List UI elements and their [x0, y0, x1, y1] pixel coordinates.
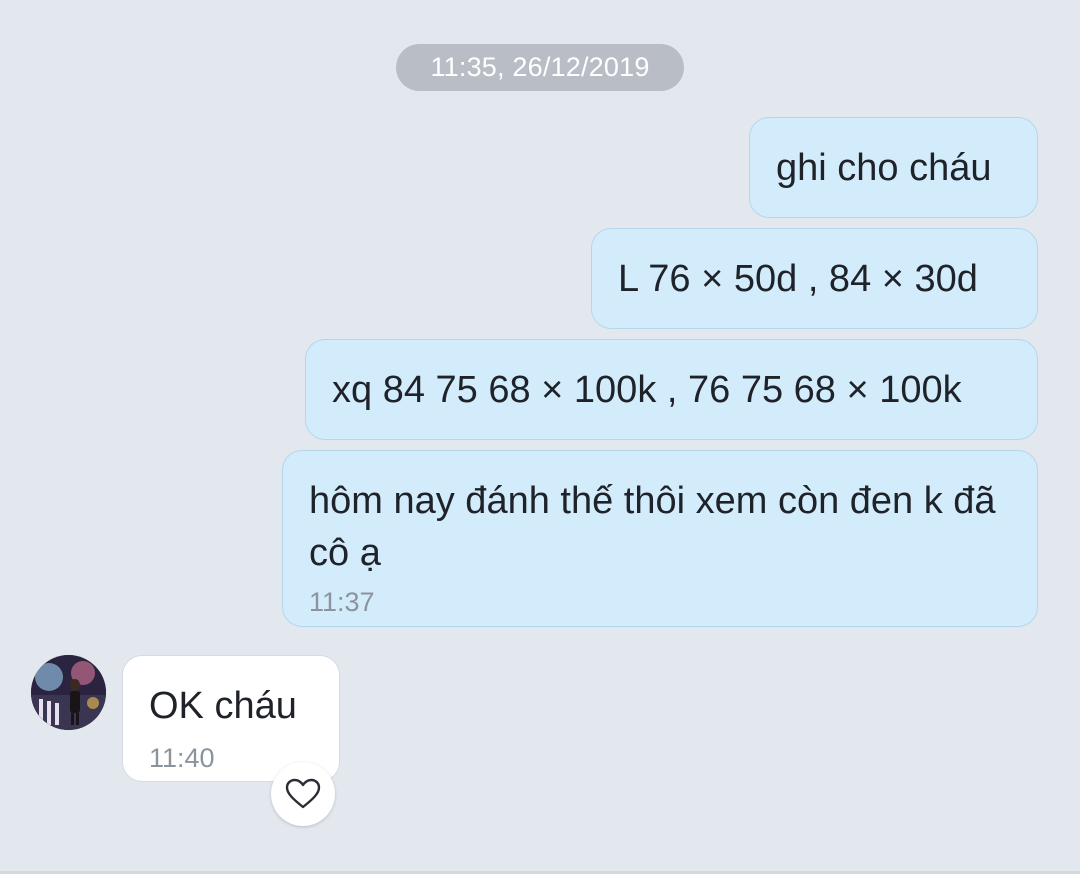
- outgoing-message-bubble[interactable]: hôm nay đánh thế thôi xem còn đen k đã c…: [282, 450, 1038, 627]
- outgoing-message-bubble[interactable]: L 76 × 50d , 84 × 30d: [591, 228, 1038, 329]
- outgoing-message-bubble[interactable]: xq 84 75 68 × 100k , 76 75 68 × 100k: [305, 339, 1038, 440]
- message-text: L 76 × 50d , 84 × 30d: [618, 258, 978, 300]
- avatar-photo: [31, 655, 106, 730]
- react-button[interactable]: [271, 762, 335, 826]
- message-text: hôm nay đánh thế thôi xem còn đen k đã c…: [309, 480, 996, 574]
- chat-view: 11:35, 26/12/2019 ghi cho cháu L 76 × 50…: [0, 0, 1080, 874]
- date-separator: 11:35, 26/12/2019: [396, 44, 684, 91]
- message-timestamp: 11:40: [149, 743, 215, 773]
- message-text: xq 84 75 68 × 100k , 76 75 68 × 100k: [332, 369, 962, 411]
- contact-avatar[interactable]: [31, 655, 106, 730]
- heart-outline-icon: [285, 778, 321, 809]
- message-text: ghi cho cháu: [776, 147, 992, 189]
- message-text: OK cháu: [149, 685, 297, 727]
- outgoing-message-bubble[interactable]: ghi cho cháu: [749, 117, 1038, 218]
- message-timestamp: 11:37: [309, 587, 375, 617]
